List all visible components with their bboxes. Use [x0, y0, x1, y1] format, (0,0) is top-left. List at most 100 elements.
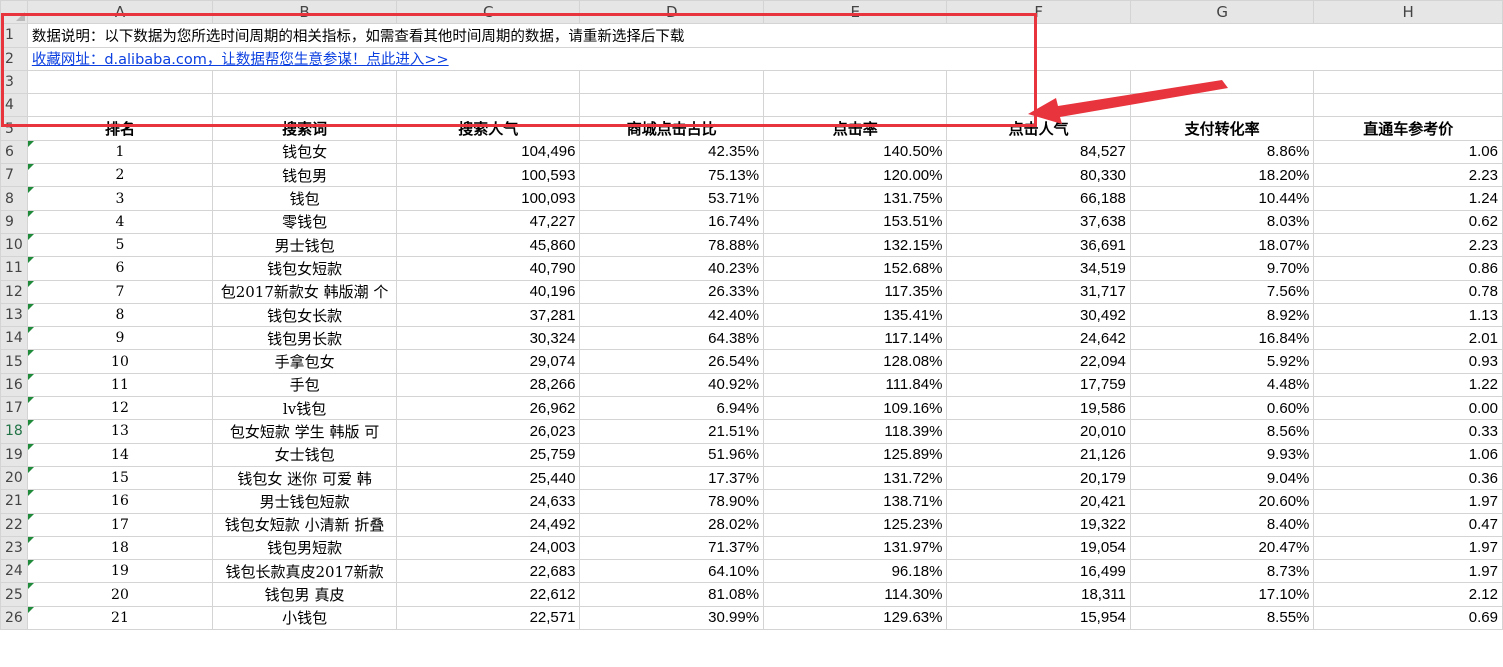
- empty-cell[interactable]: [946, 69, 1131, 95]
- keyword-cell[interactable]: 手包: [212, 372, 398, 398]
- metric-cell[interactable]: 19,054: [946, 535, 1131, 561]
- row-header[interactable]: 8: [0, 186, 28, 211]
- rank-cell[interactable]: 5: [26, 232, 214, 258]
- keyword-cell[interactable]: 钱包: [212, 186, 398, 211]
- metric-cell[interactable]: 18,311: [946, 582, 1131, 607]
- metric-cell[interactable]: 2.23: [1313, 163, 1503, 188]
- rank-cell[interactable]: 19: [26, 559, 214, 584]
- row-header[interactable]: 20: [0, 465, 28, 491]
- metric-cell[interactable]: 40,790: [396, 256, 581, 281]
- keyword-cell[interactable]: 包女短款 学生 韩版 可: [212, 419, 398, 444]
- empty-cell[interactable]: [396, 93, 581, 118]
- metric-cell[interactable]: 45,860: [396, 232, 581, 258]
- rank-cell[interactable]: 13: [26, 419, 214, 444]
- rank-cell[interactable]: 9: [26, 326, 214, 351]
- column-header-b[interactable]: B: [212, 0, 398, 25]
- metric-cell[interactable]: 28,266: [396, 372, 581, 398]
- empty-cell[interactable]: [763, 93, 948, 118]
- row-header[interactable]: 3: [0, 69, 28, 95]
- empty-cell[interactable]: [26, 93, 214, 118]
- metric-cell[interactable]: 117.14%: [763, 326, 948, 351]
- metric-cell[interactable]: 117.35%: [763, 279, 948, 304]
- metric-cell[interactable]: 0.47: [1313, 512, 1503, 537]
- metric-cell[interactable]: 20,421: [946, 489, 1131, 514]
- metric-cell[interactable]: 140.50%: [763, 139, 948, 165]
- metric-cell[interactable]: 30.99%: [579, 605, 765, 631]
- metric-cell[interactable]: 25,440: [396, 465, 581, 491]
- rank-cell[interactable]: 7: [26, 279, 214, 304]
- metric-cell[interactable]: 22,094: [946, 349, 1131, 374]
- metric-cell[interactable]: 34,519: [946, 256, 1131, 281]
- metric-cell[interactable]: 0.36: [1313, 465, 1503, 491]
- metric-cell[interactable]: 37,281: [396, 302, 581, 328]
- rank-cell[interactable]: 16: [26, 489, 214, 514]
- keyword-cell[interactable]: 钱包长款真皮2017新款: [212, 559, 398, 584]
- empty-cell[interactable]: [579, 93, 765, 118]
- metric-cell[interactable]: 22,683: [396, 559, 581, 584]
- metric-cell[interactable]: 26.33%: [579, 279, 765, 304]
- metric-cell[interactable]: 100,093: [396, 186, 581, 211]
- row-header[interactable]: 12: [0, 279, 28, 304]
- metric-cell[interactable]: 42.40%: [579, 302, 765, 328]
- metric-cell[interactable]: 8.40%: [1129, 512, 1315, 537]
- empty-cell[interactable]: [212, 93, 398, 118]
- metric-cell[interactable]: 40.92%: [579, 372, 765, 398]
- empty-cell[interactable]: [763, 69, 948, 95]
- row-header[interactable]: 11: [0, 256, 28, 281]
- metric-cell[interactable]: 24,003: [396, 535, 581, 561]
- metric-cell[interactable]: 1.97: [1313, 535, 1503, 561]
- rank-cell[interactable]: 14: [26, 442, 214, 467]
- metric-cell[interactable]: 8.56%: [1129, 419, 1315, 444]
- column-header-d[interactable]: D: [579, 0, 765, 25]
- row-header[interactable]: 15: [0, 349, 28, 374]
- metric-cell[interactable]: 0.00: [1313, 396, 1503, 421]
- row-header[interactable]: 16: [0, 372, 28, 398]
- metric-cell[interactable]: 131.75%: [763, 186, 948, 211]
- keyword-cell[interactable]: lv钱包: [212, 396, 398, 421]
- metric-cell[interactable]: 66,188: [946, 186, 1131, 211]
- keyword-cell[interactable]: 小钱包: [212, 605, 398, 631]
- empty-cell[interactable]: [1313, 69, 1503, 95]
- rank-cell[interactable]: 4: [26, 209, 214, 234]
- metric-cell[interactable]: 36,691: [946, 232, 1131, 258]
- metric-cell[interactable]: 78.90%: [579, 489, 765, 514]
- column-header-h[interactable]: H: [1313, 0, 1503, 25]
- row-header[interactable]: 25: [0, 582, 28, 607]
- metric-cell[interactable]: 20,179: [946, 465, 1131, 491]
- metric-cell[interactable]: 19,586: [946, 396, 1131, 421]
- metric-cell[interactable]: 1.97: [1313, 489, 1503, 514]
- metric-cell[interactable]: 0.78: [1313, 279, 1503, 304]
- metric-cell[interactable]: 8.92%: [1129, 302, 1315, 328]
- keyword-cell[interactable]: 钱包女: [212, 139, 398, 165]
- table-header-cell[interactable]: 排名: [26, 116, 214, 141]
- keyword-cell[interactable]: 女士钱包: [212, 442, 398, 467]
- row-header[interactable]: 23: [0, 535, 28, 561]
- keyword-cell[interactable]: 男士钱包: [212, 232, 398, 258]
- row-header[interactable]: 19: [0, 442, 28, 467]
- table-header-cell[interactable]: 点击人气: [946, 116, 1131, 141]
- metric-cell[interactable]: 152.68%: [763, 256, 948, 281]
- metric-cell[interactable]: 7.56%: [1129, 279, 1315, 304]
- metric-cell[interactable]: 1.22: [1313, 372, 1503, 398]
- metric-cell[interactable]: 6.94%: [579, 396, 765, 421]
- metric-cell[interactable]: 10.44%: [1129, 186, 1315, 211]
- column-header-c[interactable]: C: [396, 0, 581, 25]
- empty-cell[interactable]: [1313, 93, 1503, 118]
- rank-cell[interactable]: 18: [26, 535, 214, 561]
- metric-cell[interactable]: 125.23%: [763, 512, 948, 537]
- metric-cell[interactable]: 71.37%: [579, 535, 765, 561]
- row-header[interactable]: 13: [0, 302, 28, 328]
- metric-cell[interactable]: 109.16%: [763, 396, 948, 421]
- metric-cell[interactable]: 0.86: [1313, 256, 1503, 281]
- rank-cell[interactable]: 3: [26, 186, 214, 211]
- table-header-cell[interactable]: 直通车参考价: [1313, 116, 1503, 141]
- row-header[interactable]: 17: [0, 396, 28, 421]
- metric-cell[interactable]: 131.97%: [763, 535, 948, 561]
- metric-cell[interactable]: 25,759: [396, 442, 581, 467]
- metric-cell[interactable]: 16.84%: [1129, 326, 1315, 351]
- metric-cell[interactable]: 0.62: [1313, 209, 1503, 234]
- metric-cell[interactable]: 16,499: [946, 559, 1131, 584]
- keyword-cell[interactable]: 钱包男: [212, 163, 398, 188]
- metric-cell[interactable]: 64.38%: [579, 326, 765, 351]
- metric-cell[interactable]: 28.02%: [579, 512, 765, 537]
